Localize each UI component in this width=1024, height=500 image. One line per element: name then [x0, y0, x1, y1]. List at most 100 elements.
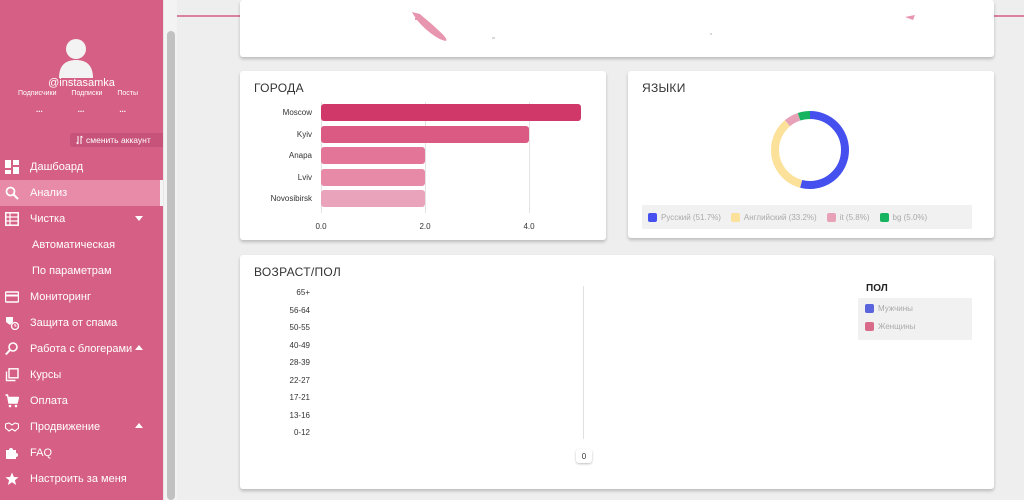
languages-legend-item[interactable]: it (5.8%) [826, 212, 870, 222]
age-bucket-label: 50-55 [289, 323, 310, 332]
legend-swatch [865, 322, 874, 331]
nav-courses[interactable]: Курсы [0, 362, 163, 388]
legend-swatch [826, 212, 836, 222]
following-value: ... [77, 105, 85, 114]
gender-legend-title: ПОЛ [866, 283, 888, 294]
avatar [59, 39, 93, 78]
nav-label: По параметрам [32, 265, 112, 277]
languages-card: ЯЗЫКИ Русский (51.7%) Английский (33.2%) i… [628, 71, 994, 238]
legend-label: Английский (33.2%) [743, 212, 817, 222]
age-bucket-label: 40-49 [289, 340, 310, 350]
nav-analysis[interactable]: Анализ [0, 180, 163, 206]
handshake-icon [5, 422, 19, 432]
age-gender-card: ВОЗРАСТ/ПОЛ 0 ПОЛ Мужчины Женщины 65+ 56-6… [240, 255, 994, 489]
nav-cleaning-params[interactable]: По параметрам [0, 258, 163, 284]
posts-label: Посты [117, 90, 138, 97]
scrollbar-track[interactable] [163, 0, 177, 500]
legend-label: it (5.8%) [839, 212, 870, 222]
nav-setup-for-me[interactable]: Настроить за меня [0, 466, 163, 492]
cities-bar[interactable] [321, 168, 425, 186]
age-bucket-label: 22-27 [289, 375, 310, 385]
cities-bar[interactable] [321, 104, 581, 121]
nav-promotion[interactable]: Продвижение [0, 414, 163, 440]
age-bucket-label: 17-21 [289, 393, 310, 402]
sidebar: @instasamka Подписчики Подписки Посты ..… [0, 0, 163, 500]
nav-label: Работа с блогерами [30, 343, 133, 355]
age-bucket-label: 28-39 [289, 358, 310, 367]
languages-legend-item[interactable]: bg (5.0%) [879, 212, 927, 222]
cities-bar-label: Kyiv [296, 129, 312, 139]
clock-shield-icon [6, 317, 19, 330]
cities-bar[interactable] [321, 147, 425, 164]
nav-label: Защита от спама [30, 317, 118, 329]
cities-bar-label: Novosibirsk [270, 194, 312, 203]
nav-label: Настроить за меня [30, 473, 127, 485]
nav-bloggers[interactable]: Работа с блогерами [0, 336, 163, 362]
nav-faq[interactable]: FAQ [0, 440, 163, 466]
profile-section: @instasamka Подписчики Подписки Посты ..… [0, 0, 163, 150]
languages-legend-item[interactable]: Русский (51.7%) [648, 212, 721, 222]
gender-legend-item[interactable]: Мужчины [865, 304, 913, 313]
puzzle-icon [6, 448, 18, 459]
chevron-up-icon[interactable] [135, 345, 143, 350]
switch-account-label: сменить аккаунт [86, 135, 151, 145]
sidebar-nav: Дашбоард Анализ Чистка Автоматическая По… [0, 154, 163, 492]
chevron-up-icon[interactable] [135, 423, 143, 428]
nav-label: Мониторинг [30, 291, 92, 303]
swap-icon [76, 135, 83, 145]
world-map [412, 12, 915, 41]
nav-label: Курсы [30, 369, 62, 381]
legend-label: Русский (51.7%) [661, 212, 721, 222]
nav-payment[interactable]: Оплата [0, 388, 163, 414]
cities-bar-label: Lviv [297, 172, 312, 182]
switch-account-button[interactable]: сменить аккаунт [70, 133, 163, 147]
following-label: Подписки [71, 90, 103, 97]
nav-dashboard[interactable]: Дашбоард [0, 154, 163, 180]
languages-legend: Русский (51.7%) Английский (33.2%) it (5.8… [642, 205, 972, 229]
cities-axis-tick: 0.0 [315, 222, 327, 231]
credit-card-icon [5, 291, 19, 303]
nav-cleaning[interactable]: Чистка [0, 206, 163, 232]
nav-label: Продвижение [30, 421, 101, 433]
nav-label: Чистка [30, 213, 66, 225]
chevron-down-icon[interactable] [135, 216, 143, 221]
gender-legend-item[interactable]: Женщины [865, 322, 915, 331]
cities-bar[interactable] [321, 125, 529, 143]
legend-swatch [648, 212, 657, 222]
age-bucket-label: 13-16 [289, 410, 310, 420]
library-icon [5, 368, 19, 382]
nav-label: Оплата [30, 395, 68, 407]
cities-bar[interactable] [321, 190, 425, 207]
cities-axis-tick: 2.0 [419, 222, 431, 231]
age-bucket-label: 0-12 [293, 428, 310, 437]
nav-cleaning-auto[interactable]: Автоматическая [0, 232, 163, 258]
profile-stat-values: ... ... ... [36, 105, 126, 114]
legend-label: Женщины [878, 322, 916, 331]
followers-label: Подписчики [18, 90, 57, 97]
dashboard-icon [5, 160, 19, 174]
cities-bar-label: Anapa [288, 151, 312, 160]
search-icon [5, 186, 19, 200]
legend-swatch [879, 212, 889, 222]
table-icon [5, 212, 19, 226]
age-axis-zero: 0 [576, 449, 592, 463]
nav-spam-protection[interactable]: Защита от спама [0, 310, 163, 336]
nav-label: Автоматическая [32, 239, 116, 251]
scrollbar-thumb[interactable] [167, 31, 175, 500]
nav-label: Анализ [30, 187, 68, 199]
map-card [240, 0, 994, 57]
nav-monitoring[interactable]: Мониторинг [0, 284, 163, 310]
legend-swatch [730, 212, 740, 222]
nav-label: Дашбоард [30, 161, 84, 173]
legend-swatch [865, 304, 874, 313]
age-axis-line [583, 286, 584, 439]
posts-value: ... [119, 105, 126, 114]
star-icon [5, 472, 19, 485]
profile-username[interactable]: @instasamka [0, 77, 163, 89]
cities-axis-tick: 4.0 [523, 222, 535, 231]
followers-value: ... [36, 105, 43, 114]
languages-legend-item[interactable]: Английский (33.2%) [730, 212, 817, 222]
gender-legend: Мужчины Женщины [858, 298, 972, 340]
age-gender-title: ВОЗРАСТ/ПОЛ [254, 265, 342, 279]
nav-label: FAQ [30, 447, 53, 459]
